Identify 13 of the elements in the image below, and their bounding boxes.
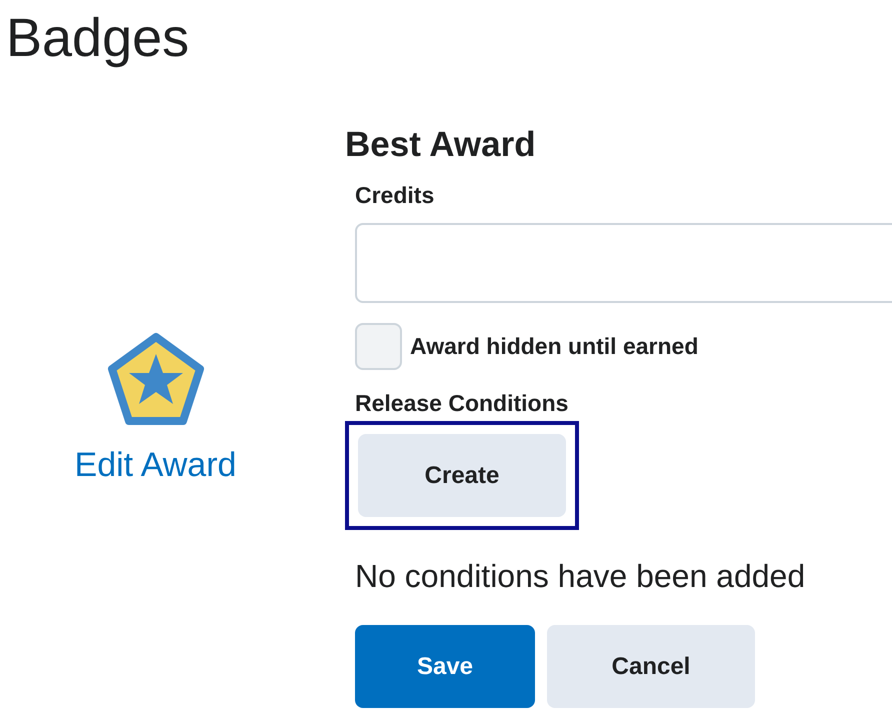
empty-message: No conditions have been added [355,558,806,595]
cancel-button[interactable]: Cancel [547,625,755,708]
create-button[interactable]: Create [358,434,566,517]
credits-label: Credits [355,182,434,209]
star-badge-icon [106,332,206,428]
release-conditions-label: Release Conditions [355,390,568,417]
edit-award-link[interactable]: Edit Award [74,446,236,485]
award-title: Best Award [345,124,536,166]
credits-field[interactable] [355,223,892,303]
checkbox[interactable] [355,323,402,370]
page-title: Badges [5,7,190,70]
save-button[interactable]: Save [355,625,535,708]
checkbox-label: Award hidden until earned [410,333,698,360]
